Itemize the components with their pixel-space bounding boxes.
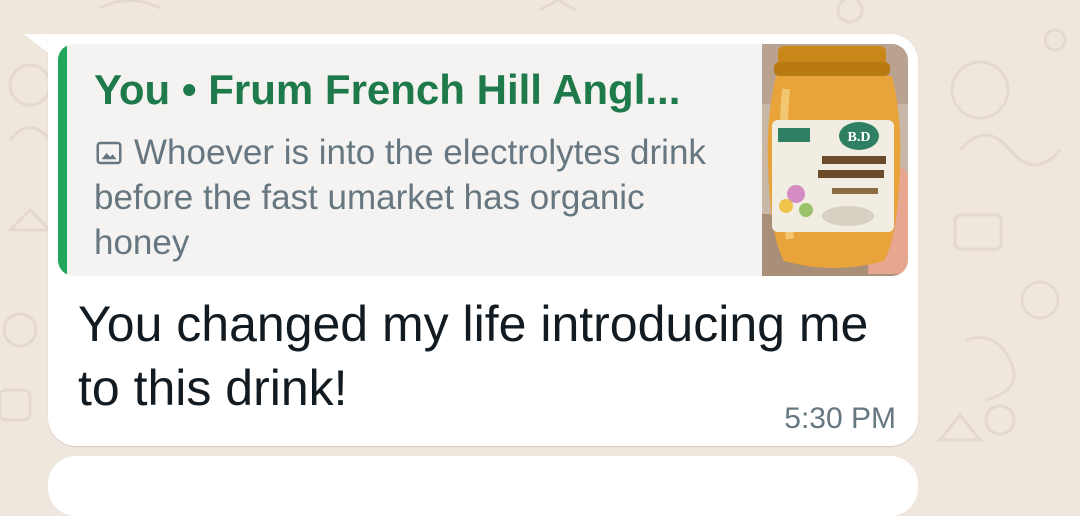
quoted-text: Whoever is into the electrolytes drink b… [94, 133, 706, 262]
quoted-image-thumbnail[interactable]: B.D [762, 44, 908, 276]
message-bubble[interactable]: You • Frum French Hill Angl... Whoever i… [48, 34, 918, 446]
quoted-sender: You • Frum French Hill Angl... [94, 66, 681, 113]
next-message-bubble[interactable] [48, 456, 918, 516]
photo-icon [96, 141, 122, 165]
quote-accent-bar [58, 44, 67, 276]
message-timestamp: 5:30 PM [784, 402, 896, 435]
message-text: You changed my life introducing me to th… [78, 296, 869, 416]
quoted-text-row: Whoever is into the electrolytes drink b… [94, 130, 714, 265]
thumbnail-brand-text: B.D [848, 130, 871, 145]
quoted-message[interactable]: You • Frum French Hill Angl... Whoever i… [58, 44, 908, 276]
